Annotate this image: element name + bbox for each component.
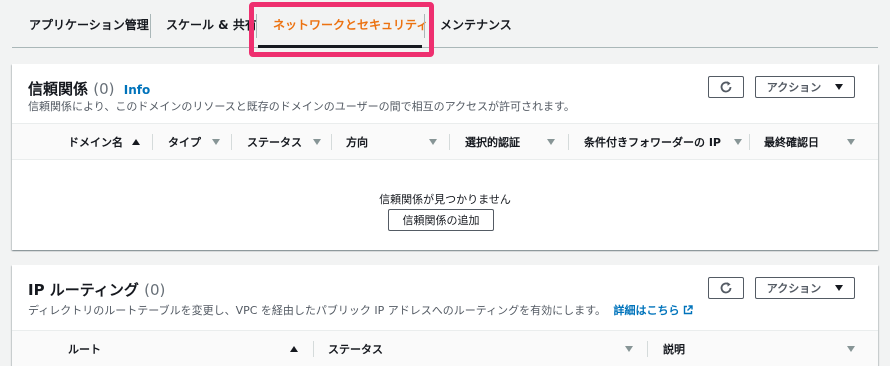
table-header: ルート ステータス 説明 [12, 330, 878, 366]
sort-ascending-icon [290, 346, 298, 352]
column-domain-name[interactable]: ドメイン名 [68, 124, 140, 160]
tab-divider [150, 14, 151, 38]
details-link[interactable]: 詳細はこちら [614, 304, 693, 317]
column-divider [568, 134, 569, 150]
empty-state-text: 信頼関係が見つかりません [379, 193, 511, 206]
routing-count: (0) [144, 281, 166, 299]
sort-icon [847, 346, 855, 352]
column-direction[interactable]: 方向 [346, 124, 437, 160]
trust-title: 信頼関係 [28, 80, 89, 98]
panel-title: IP ルーティング (0) [28, 279, 165, 300]
sort-icon [429, 139, 437, 145]
column-last-checked[interactable]: 最終確認日 [764, 124, 855, 160]
column-type[interactable]: タイプ [168, 124, 220, 160]
column-conditional-forwarder-ip[interactable]: 条件付きフォワーダーの IP [584, 124, 742, 160]
trust-description: 信頼関係により、このドメインのリソースと既存のドメインのユーザーの間で相互のアク… [28, 100, 575, 113]
external-link-icon [683, 305, 693, 315]
routing-title: IP ルーティング [28, 281, 139, 299]
caret-down-icon [835, 84, 844, 90]
column-divider [749, 134, 750, 150]
column-status[interactable]: ステータス [247, 124, 321, 160]
routing-description: ディレクトリのルートテーブルを変更し、VPC を経由したパブリック IP アドレ… [28, 302, 693, 318]
sort-icon [625, 346, 633, 352]
column-divider [231, 134, 232, 150]
ip-routing-panel: IP ルーティング (0) ディレクトリのルートテーブルを変更し、VPC を経由… [12, 265, 878, 366]
column-divider [647, 341, 648, 357]
refresh-icon [720, 282, 732, 294]
add-trust-button[interactable]: 信頼関係の追加 [388, 209, 494, 231]
trust-relationships-panel: 信頼関係 (0) Info 信頼関係により、このドメインのリソースと既存のドメイ… [12, 64, 878, 250]
active-tab-indicator [258, 45, 422, 48]
column-divider [152, 134, 153, 150]
refresh-button[interactable] [708, 76, 744, 98]
column-divider [313, 341, 314, 357]
column-divider [449, 134, 450, 150]
sort-icon [547, 139, 555, 145]
table-header: ドメイン名 タイプ ステータス 方向 選択的認証 条件付きフォワーダーの IP … [12, 123, 878, 160]
sort-ascending-icon [132, 139, 140, 145]
sort-icon [847, 139, 855, 145]
trust-count: (0) [93, 80, 115, 98]
tab-application-management[interactable]: アプリケーション管理 [29, 0, 149, 48]
refresh-button[interactable] [708, 277, 744, 299]
tab-divider [424, 14, 425, 38]
column-description[interactable]: 説明 [663, 331, 855, 366]
sort-icon [313, 139, 321, 145]
sort-icon [733, 139, 742, 145]
tab-maintenance[interactable]: メンテナンス [440, 0, 512, 48]
action-dropdown-button[interactable]: アクション [755, 277, 855, 299]
info-link[interactable]: Info [124, 83, 150, 97]
action-label: アクション [766, 81, 822, 94]
column-status[interactable]: ステータス [328, 331, 633, 366]
action-dropdown-button[interactable]: アクション [755, 76, 855, 98]
action-label: アクション [766, 282, 822, 295]
column-route[interactable]: ルート [68, 331, 298, 366]
tab-bar: アプリケーション管理 スケール & 共有 ネットワークとセキュリティ メンテナン… [12, 0, 878, 48]
tab-divider [256, 14, 257, 38]
tab-scale-share[interactable]: スケール & 共有 [166, 0, 257, 48]
panel-title: 信頼関係 (0) Info [28, 78, 150, 99]
column-selective-auth[interactable]: 選択的認証 [465, 124, 555, 160]
refresh-icon [720, 81, 732, 93]
tab-network-security[interactable]: ネットワークとセキュリティ [273, 0, 428, 48]
caret-down-icon [835, 285, 844, 291]
column-divider [331, 134, 332, 150]
sort-icon [212, 139, 220, 145]
